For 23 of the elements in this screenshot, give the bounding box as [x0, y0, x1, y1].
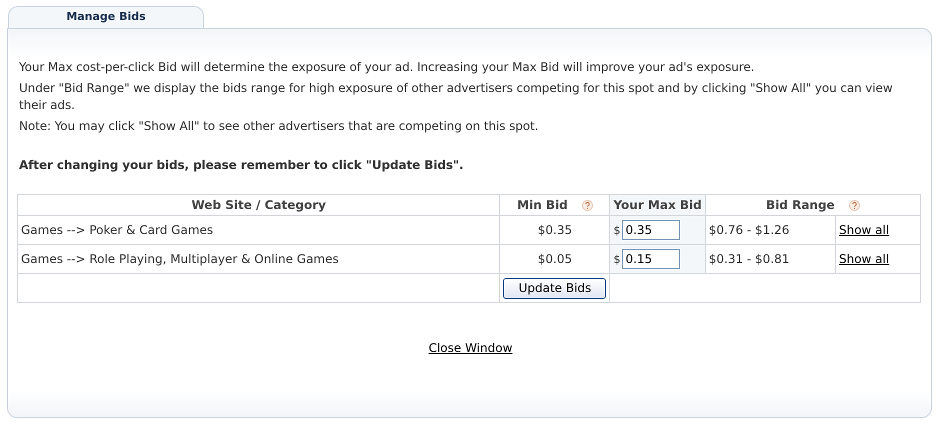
table-cell: $0.05	[500, 244, 610, 274]
tab[interactable]: Manage Bids	[8, 6, 204, 28]
column-header: Your Max Bid	[613, 198, 702, 212]
close-link[interactable]: Close Window	[428, 341, 512, 355]
currency-symbol: $	[613, 224, 620, 237]
table-cell: Games --> Poker & Card Games	[18, 216, 500, 244]
currency-symbol: $	[613, 253, 620, 266]
info-text: Under "Bid Range" we display the bids range for high exposure of other advertisers competing for this spot and by clicking "Show All" you can view their ads.	[19, 80, 894, 114]
table-cell: $0.35	[500, 216, 610, 244]
bid-input[interactable]: 0.15	[622, 249, 680, 269]
info-text: Your Max cost-per-click Bid will determine the exposure of your ad. Increasing your Max Bid will improve your ad's exposure.	[19, 59, 756, 76]
help-icon[interactable]	[582, 200, 593, 210]
info-text: Note: You may click "Show All" to see other advertisers that are competing on this spot.	[19, 118, 540, 135]
column-header: Bid Range	[766, 198, 835, 212]
column-header: Min Bid	[517, 198, 568, 212]
help-icon[interactable]	[848, 200, 860, 210]
bid-input[interactable]: 0.35	[622, 220, 680, 240]
reminder-text: After changing your bids, please remember to click "Update Bids".	[19, 157, 464, 174]
table-cell: Games --> Role Playing, Multiplayer & Online Games	[18, 244, 500, 274]
table-cell: $0.76 - $1.26	[705, 216, 836, 244]
table-cell: $0.31 - $0.81	[705, 244, 836, 274]
column-header: Web Site / Category	[192, 198, 326, 212]
update-button[interactable]: Update Bids	[503, 278, 606, 298]
